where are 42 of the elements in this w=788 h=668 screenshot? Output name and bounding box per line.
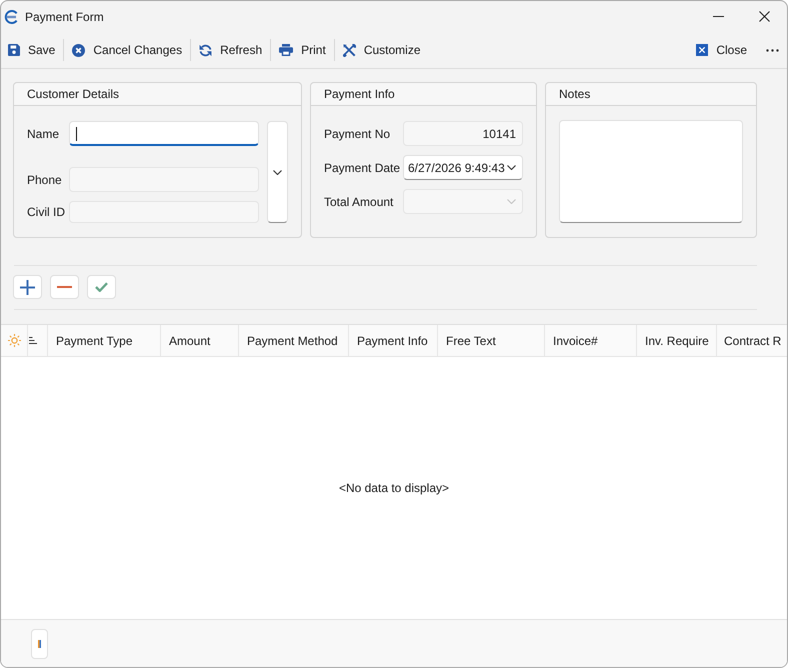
panel-title: Notes bbox=[559, 87, 590, 101]
save-button[interactable]: Save bbox=[3, 37, 60, 63]
cancel-icon bbox=[72, 44, 86, 56]
chevron-down-icon bbox=[507, 165, 516, 170]
sun-icon[interactable] bbox=[8, 334, 20, 347]
checkmark-icon bbox=[95, 282, 108, 292]
window-title: Payment Form bbox=[25, 10, 104, 24]
chevron-down-icon bbox=[507, 199, 516, 204]
add-button[interactable] bbox=[13, 275, 42, 299]
refresh-button[interactable]: Refresh bbox=[194, 37, 268, 63]
input-field[interactable] bbox=[69, 121, 259, 146]
sort-icon[interactable] bbox=[29, 337, 37, 344]
logo-icon bbox=[4, 10, 19, 24]
close-button[interactable]: Close bbox=[691, 37, 752, 63]
chevron-down-icon bbox=[273, 170, 282, 174]
field-label: Civil ID bbox=[27, 205, 66, 219]
dropdown-field[interactable]: 6/27/2026 9:49:43 bbox=[403, 155, 523, 180]
minus-icon bbox=[57, 286, 72, 288]
field-label: Payment No bbox=[324, 126, 392, 140]
marker-icon bbox=[38, 640, 41, 648]
notes-field[interactable] bbox=[559, 120, 743, 223]
field-label: Phone bbox=[27, 172, 63, 186]
plus-icon bbox=[20, 280, 35, 294]
cancel-button[interactable]: Cancel Changes bbox=[67, 37, 188, 63]
minimize-icon bbox=[712, 16, 724, 17]
more-icon[interactable] bbox=[766, 48, 779, 52]
panel-title: Payment Info bbox=[324, 87, 395, 101]
footer-button[interactable] bbox=[31, 628, 48, 658]
field-label: Name bbox=[27, 126, 60, 140]
close-icon bbox=[696, 44, 708, 56]
field-label: Total Amount bbox=[324, 194, 394, 208]
customize-button[interactable]: Customize bbox=[338, 37, 426, 63]
field-label: Payment Date bbox=[324, 160, 402, 174]
close-icon bbox=[758, 11, 770, 22]
panel-title: Customer Details bbox=[27, 87, 120, 101]
printer-icon bbox=[279, 44, 294, 56]
confirm-button[interactable] bbox=[87, 275, 116, 299]
refresh-icon bbox=[199, 44, 212, 56]
empty-message: <No data to display> bbox=[338, 481, 450, 495]
tools-icon bbox=[342, 44, 356, 56]
print-button[interactable]: Print bbox=[274, 37, 331, 63]
remove-button[interactable] bbox=[50, 275, 79, 299]
